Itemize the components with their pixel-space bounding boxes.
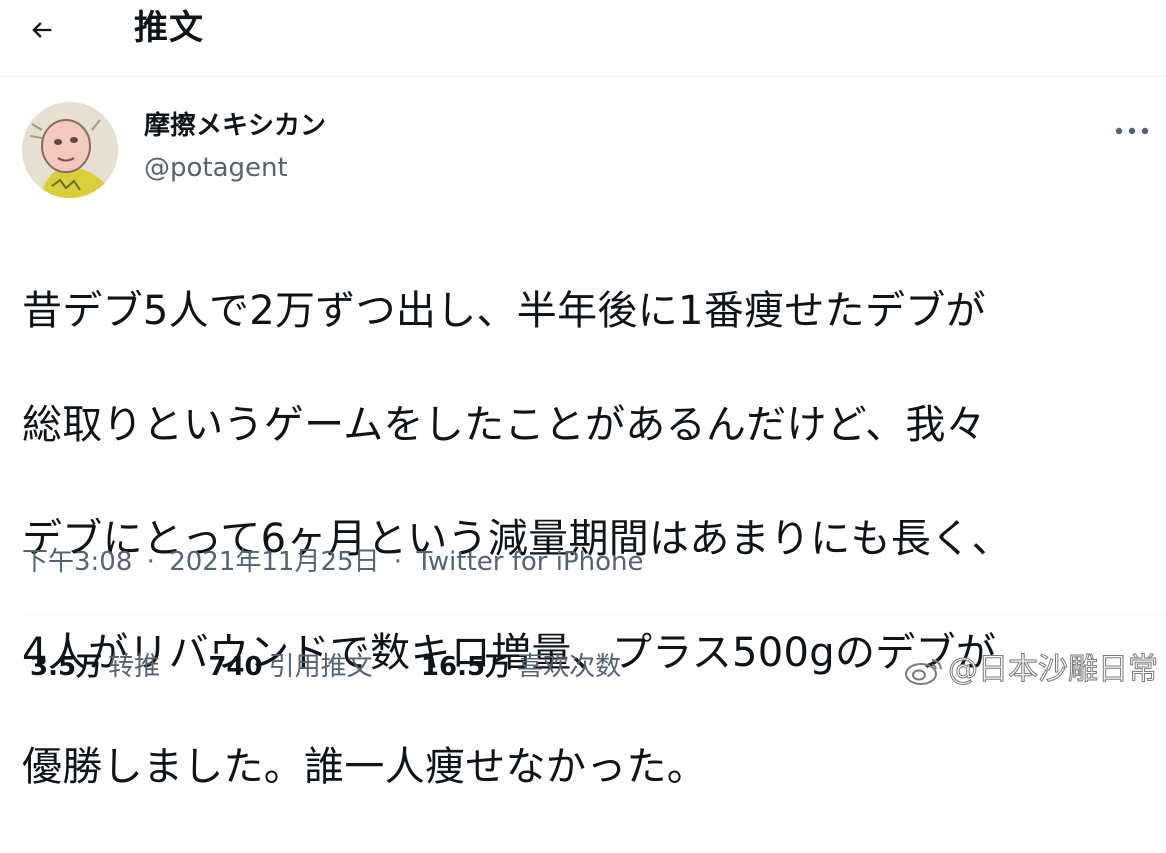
more-horizontal-icon — [1115, 127, 1149, 135]
weibo-icon — [905, 659, 942, 685]
stat-label: 转推 — [108, 652, 161, 682]
tweet-source[interactable]: Twitter for iPhone — [416, 547, 643, 577]
more-options-button[interactable] — [1112, 116, 1152, 146]
tweet-time[interactable]: 下午3:08 — [22, 547, 132, 577]
tweet-date[interactable]: 2021年11月25日 — [169, 547, 379, 577]
tweet-meta: 下午3:08 · 2021年11月25日 · Twitter for iPhon… — [22, 544, 644, 580]
stat-retweets[interactable]: 3.5万 转推 — [30, 648, 160, 686]
arrow-left-icon — [32, 22, 52, 38]
watermark: @日本沙雕日常 — [904, 650, 1159, 690]
stat-likes[interactable]: 16.5万 喜欢次数 — [421, 648, 621, 686]
tweet-text: 昔デブ5人で2万ずつ出し、半年後に1番痩せたデブが 総取りというゲームをしたこと… — [22, 226, 1147, 853]
stat-value: 3.5万 — [30, 652, 103, 682]
avatar[interactable] — [22, 102, 118, 198]
watermark-text: @日本沙雕日常 — [948, 652, 1159, 688]
meta-separator: · — [393, 547, 403, 577]
author-handle[interactable]: @potagent — [144, 151, 288, 185]
stat-value: 16.5万 — [420, 652, 512, 682]
tweet-line: 総取りというゲームをしたことがあるんだけど、我々 — [22, 402, 986, 448]
tweet-line: 昔デブ5人で2万ずつ出し、半年後に1番痩せたデブが — [22, 288, 986, 334]
stat-value: 740 — [208, 652, 263, 682]
engagement-stats: 3.5万 转推 740 引用推文 16.5万 喜欢次数 — [30, 648, 661, 686]
stat-label: 喜欢次数 — [517, 652, 622, 682]
divider — [22, 614, 1166, 615]
stat-label: 引用推文 — [268, 652, 373, 682]
back-button[interactable] — [22, 10, 62, 50]
tweet-line: 優勝しました。誰一人痩せなかった。 — [22, 744, 708, 790]
author-display-name[interactable]: 摩擦メキシカン — [144, 108, 326, 144]
top-bar: 推文 — [0, 0, 1166, 77]
meta-separator: · — [146, 547, 155, 577]
stat-quote-tweets[interactable]: 740 引用推文 — [208, 648, 372, 686]
page-title: 推文 — [134, 8, 204, 48]
avatar-image — [22, 102, 118, 198]
